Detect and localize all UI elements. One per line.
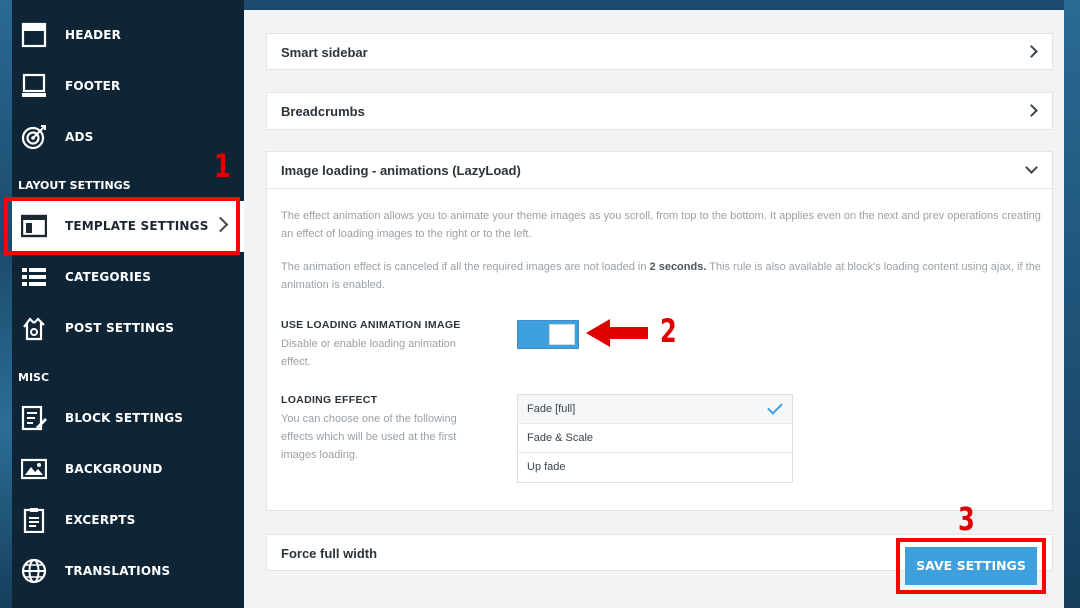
toggle-knob <box>549 324 575 345</box>
description-timeout: The animation effect is canceled if all … <box>281 258 1041 294</box>
description-text: The animation effect is canceled if all … <box>281 261 650 273</box>
sidebar-item-label: HEADER <box>65 28 122 42</box>
sidebar-item-label: TRANSLATIONS <box>65 564 171 578</box>
block-settings-icon <box>20 404 48 432</box>
list-icon <box>20 263 48 291</box>
panel-smart-sidebar[interactable]: Smart sidebar <box>266 33 1053 70</box>
highlight-box-save <box>896 538 1046 594</box>
footer-icon <box>20 72 48 100</box>
sidebar-item-label: CATEGORIES <box>65 270 152 284</box>
effect-option[interactable]: Fade & Scale <box>518 424 792 453</box>
background-right <box>1064 0 1080 608</box>
description-bold: 2 seconds. <box>649 261 707 273</box>
sidebar-item-excerpts[interactable]: EXCERPTS <box>12 495 244 546</box>
sidebar-item-label: ADS <box>65 130 94 144</box>
effect-option[interactable]: Up fade <box>518 453 792 482</box>
section-misc: MISC <box>18 371 50 384</box>
loading-animation-toggle[interactable] <box>517 320 579 349</box>
option-description: You can choose one of the following effe… <box>281 413 457 461</box>
annotation-number: 2 <box>660 312 677 350</box>
panel-title: Breadcrumbs <box>281 104 365 119</box>
effect-option-label: Fade & Scale <box>527 432 594 444</box>
sidebar-item-label: EXCERPTS <box>65 513 136 527</box>
background-left <box>0 0 12 608</box>
sidebar-item-background[interactable]: BACKGROUND <box>12 444 244 495</box>
header-icon <box>20 21 48 49</box>
chevron-right-icon <box>1025 45 1038 58</box>
main-panel: Smart sidebar Breadcrumbs Image loading … <box>244 10 1064 608</box>
checkmark-icon <box>767 399 783 415</box>
globe-icon <box>20 557 48 585</box>
sidebar-item-ads[interactable]: ADS <box>12 112 244 163</box>
sidebar-item-categories[interactable]: CATEGORIES <box>12 252 244 303</box>
sidebar-item-label: POST SETTINGS <box>65 321 175 335</box>
loading-effect-list: Fade [full] Fade & Scale Up fade <box>517 394 793 483</box>
section-layout-settings: LAYOUT SETTINGS <box>18 179 131 192</box>
highlight-box-template-settings <box>4 197 240 255</box>
annotation-number: 3 <box>958 500 975 538</box>
sidebar-item-header[interactable]: HEADER <box>12 10 244 61</box>
panel-title: Force full width <box>281 546 378 561</box>
sidebar-item-label: FOOTER <box>65 79 121 93</box>
option-description: Disable or enable loading animation effe… <box>281 338 456 368</box>
panel-title: Image loading - animations (LazyLoad) <box>281 163 521 178</box>
sidebar-item-label: BLOCK SETTINGS <box>65 411 184 425</box>
panel-title: Smart sidebar <box>281 45 368 60</box>
effect-option[interactable]: Fade [full] <box>518 395 792 424</box>
target-icon <box>20 123 48 151</box>
chevron-right-icon <box>1025 104 1038 117</box>
sidebar: HEADER FOOTER ADS LAYOUT SETTINGS TEMPLA… <box>12 0 244 608</box>
panel-header[interactable]: Image loading - animations (LazyLoad) <box>267 152 1052 189</box>
annotation-number: 1 <box>214 147 231 185</box>
effect-option-label: Fade [full] <box>527 403 576 415</box>
description: The effect animation allows you to anima… <box>281 210 1041 240</box>
sidebar-item-label: BACKGROUND <box>65 462 163 476</box>
sidebar-item-post-settings[interactable]: POST SETTINGS <box>12 303 244 354</box>
annotation-arrow <box>586 319 648 347</box>
sidebar-item-footer[interactable]: FOOTER <box>12 61 244 112</box>
effect-option-label: Up fade <box>527 461 566 473</box>
document-icon <box>20 506 48 534</box>
option-title: LOADING EFFECT <box>281 394 378 406</box>
option-title: USE LOADING ANIMATION IMAGE <box>281 319 461 331</box>
sidebar-item-block-settings[interactable]: BLOCK SETTINGS <box>12 393 244 444</box>
chevron-down-icon <box>1025 161 1038 174</box>
post-settings-icon <box>20 314 48 342</box>
panel-breadcrumbs[interactable]: Breadcrumbs <box>266 92 1053 130</box>
sidebar-item-translations[interactable]: TRANSLATIONS <box>12 546 244 597</box>
image-icon <box>20 455 48 483</box>
